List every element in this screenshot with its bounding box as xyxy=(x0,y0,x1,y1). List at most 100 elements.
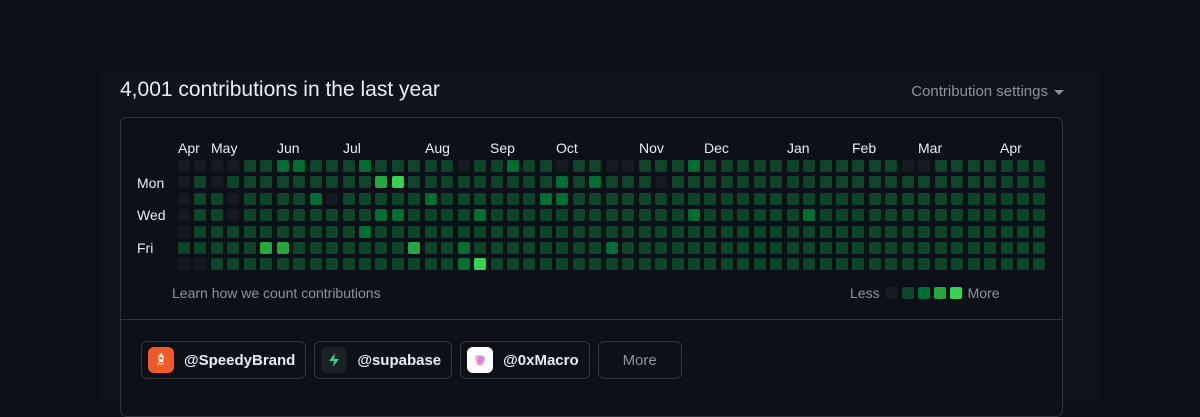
contribution-cell[interactable] xyxy=(276,258,289,271)
contribution-cell[interactable] xyxy=(934,258,947,271)
contribution-cell[interactable] xyxy=(1033,258,1046,271)
contribution-cell[interactable] xyxy=(951,160,964,172)
contribution-cell[interactable] xyxy=(901,209,914,222)
contribution-cell[interactable] xyxy=(687,176,700,189)
contribution-cell[interactable] xyxy=(276,160,289,172)
contribution-cell[interactable] xyxy=(391,258,404,271)
contribution-cell[interactable] xyxy=(210,242,223,254)
contribution-cell[interactable] xyxy=(276,242,289,254)
contribution-cell[interactable] xyxy=(852,192,865,205)
contribution-cell[interactable] xyxy=(1016,176,1029,189)
contribution-cell[interactable] xyxy=(720,225,733,238)
contribution-cell[interactable] xyxy=(737,225,750,238)
contribution-cell[interactable] xyxy=(441,209,454,222)
contribution-cell[interactable] xyxy=(441,258,454,271)
contribution-cell[interactable] xyxy=(539,258,552,271)
contribution-cell[interactable] xyxy=(276,209,289,222)
contribution-cell[interactable] xyxy=(704,258,717,271)
contribution-cell[interactable] xyxy=(934,209,947,222)
contribution-cell[interactable] xyxy=(704,225,717,238)
contribution-cell[interactable] xyxy=(408,160,421,172)
contribution-cell[interactable] xyxy=(326,209,339,222)
contribution-cell[interactable] xyxy=(852,209,865,222)
contribution-cell[interactable] xyxy=(375,258,388,271)
contribution-cell[interactable] xyxy=(836,160,848,172)
contribution-cell[interactable] xyxy=(194,209,207,222)
contribution-cell[interactable] xyxy=(539,176,552,189)
contribution-cell[interactable] xyxy=(655,176,668,189)
contribution-cell[interactable] xyxy=(572,176,585,189)
contribution-cell[interactable] xyxy=(737,176,750,189)
contribution-cell[interactable] xyxy=(293,209,306,222)
contribution-cell[interactable] xyxy=(836,192,848,205)
contribution-cell[interactable] xyxy=(836,209,848,222)
contribution-cell[interactable] xyxy=(918,192,931,205)
contribution-cell[interactable] xyxy=(786,258,799,271)
contribution-cell[interactable] xyxy=(539,225,552,238)
contribution-cell[interactable] xyxy=(1033,176,1046,189)
contribution-cell[interactable] xyxy=(984,242,997,254)
contribution-cell[interactable] xyxy=(589,258,602,271)
contribution-cell[interactable] xyxy=(852,160,865,172)
contribution-cell[interactable] xyxy=(194,258,207,271)
contribution-cell[interactable] xyxy=(490,192,503,205)
contribution-cell[interactable] xyxy=(326,160,339,172)
contribution-cell[interactable] xyxy=(572,160,585,172)
contribution-cell[interactable] xyxy=(441,225,454,238)
contribution-cell[interactable] xyxy=(901,242,914,254)
contribution-cell[interactable] xyxy=(243,160,256,172)
contribution-cell[interactable] xyxy=(342,242,355,254)
contribution-cell[interactable] xyxy=(984,160,997,172)
contribution-cell[interactable] xyxy=(375,209,388,222)
contribution-cell[interactable] xyxy=(901,160,914,172)
contribution-cell[interactable] xyxy=(720,160,733,172)
contribution-cell[interactable] xyxy=(704,176,717,189)
contribution-cell[interactable] xyxy=(178,242,190,254)
contribution-cell[interactable] xyxy=(227,258,240,271)
contribution-cell[interactable] xyxy=(819,225,832,238)
contribution-cell[interactable] xyxy=(1000,176,1013,189)
contribution-cell[interactable] xyxy=(490,176,503,189)
contribution-cell[interactable] xyxy=(934,192,947,205)
contribution-cell[interactable] xyxy=(852,242,865,254)
contribution-cell[interactable] xyxy=(408,225,421,238)
contribution-cell[interactable] xyxy=(507,225,519,238)
contribution-cell[interactable] xyxy=(638,209,651,222)
contribution-cell[interactable] xyxy=(227,209,240,222)
contribution-cell[interactable] xyxy=(704,209,717,222)
contribution-cell[interactable] xyxy=(556,192,569,205)
contribution-cell[interactable] xyxy=(737,209,750,222)
contribution-cell[interactable] xyxy=(1033,242,1046,254)
contribution-cell[interactable] xyxy=(737,242,750,254)
contribution-cell[interactable] xyxy=(918,258,931,271)
contribution-cell[interactable] xyxy=(391,209,404,222)
contribution-cell[interactable] xyxy=(408,176,421,189)
contribution-cell[interactable] xyxy=(951,258,964,271)
contribution-cell[interactable] xyxy=(589,192,602,205)
contribution-cell[interactable] xyxy=(326,192,339,205)
contribution-cell[interactable] xyxy=(786,242,799,254)
org-button-speedybrand[interactable]: @SpeedyBrand xyxy=(141,341,307,379)
contribution-cell[interactable] xyxy=(704,242,717,254)
contribution-cell[interactable] xyxy=(803,225,816,238)
contribution-cell[interactable] xyxy=(885,242,898,254)
contribution-cell[interactable] xyxy=(260,209,273,222)
contribution-cell[interactable] xyxy=(967,160,980,172)
contribution-cell[interactable] xyxy=(720,209,733,222)
contribution-cell[interactable] xyxy=(655,225,668,238)
contribution-cell[interactable] xyxy=(1000,242,1013,254)
contribution-cell[interactable] xyxy=(671,192,684,205)
contribution-cell[interactable] xyxy=(868,258,881,271)
contribution-cell[interactable] xyxy=(375,192,388,205)
contribution-cell[interactable] xyxy=(572,242,585,254)
contribution-cell[interactable] xyxy=(408,209,421,222)
contribution-cell[interactable] xyxy=(194,242,207,254)
contribution-cell[interactable] xyxy=(901,192,914,205)
contribution-cell[interactable] xyxy=(720,176,733,189)
contribution-cell[interactable] xyxy=(687,225,700,238)
contribution-cell[interactable] xyxy=(260,225,273,238)
contribution-cell[interactable] xyxy=(178,160,190,172)
contribution-cell[interactable] xyxy=(474,225,487,238)
contribution-cell[interactable] xyxy=(523,176,536,189)
contribution-cell[interactable] xyxy=(786,176,799,189)
